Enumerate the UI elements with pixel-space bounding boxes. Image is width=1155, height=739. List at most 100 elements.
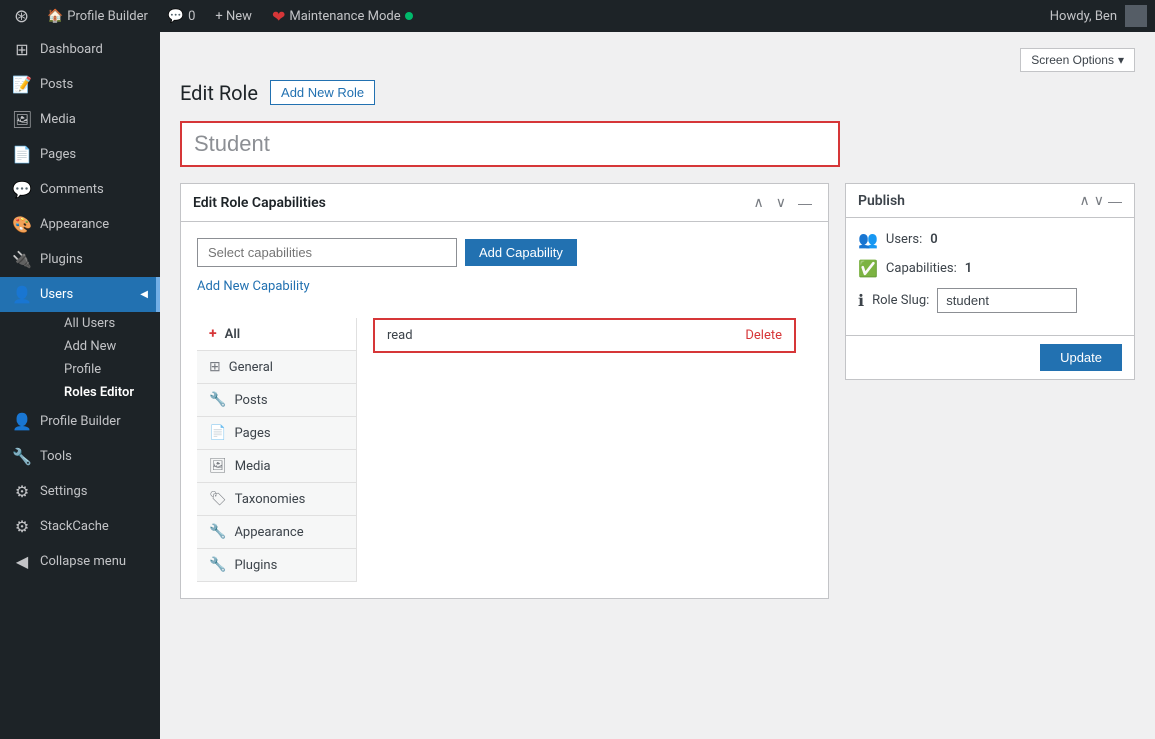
- capabilities-pub-icon: ✅: [858, 259, 878, 278]
- publish-box: Publish ∧ ∨ — 👥 Users: 0: [845, 183, 1135, 380]
- collapse-down-button[interactable]: ∨: [772, 192, 790, 213]
- screen-options-bar: Screen Options ▾: [180, 48, 1135, 72]
- minimize-button[interactable]: —: [794, 192, 816, 213]
- media-icon: 🖼: [12, 110, 32, 129]
- capabilities-box: Edit Role Capabilities ∧ ∨ — Add Capabil…: [180, 183, 829, 599]
- sidebar-item-settings[interactable]: ⚙ Settings: [0, 474, 160, 509]
- all-plus-icon: +: [209, 326, 217, 342]
- stackcache-icon: ⚙: [12, 517, 32, 536]
- publish-title: Publish: [858, 193, 905, 209]
- publish-footer: Update: [846, 335, 1134, 379]
- collapse-icon: ◀: [12, 552, 32, 571]
- publish-collapse-up-button[interactable]: ∧: [1080, 192, 1090, 209]
- avatar[interactable]: [1125, 5, 1147, 27]
- category-pages[interactable]: 📄 Pages: [197, 417, 356, 450]
- publish-header: Publish ∧ ∨ —: [846, 184, 1134, 218]
- users-arrow-icon: ◀: [140, 289, 148, 300]
- capability-row-read: read Delete: [373, 318, 796, 353]
- taxonomies-icon: 🏷: [209, 491, 227, 507]
- category-posts[interactable]: 🔧 Posts: [197, 384, 356, 417]
- role-name-input[interactable]: [180, 121, 840, 167]
- publish-users-row: 👥 Users: 0: [858, 230, 1122, 249]
- users-pub-icon: 👥: [858, 230, 878, 249]
- home-icon: 🏠: [47, 9, 63, 24]
- pages-cat-icon: 📄: [209, 425, 226, 441]
- content-area: Edit Role Capabilities ∧ ∨ — Add Capabil…: [180, 183, 1135, 615]
- update-button[interactable]: Update: [1040, 344, 1122, 371]
- dashboard-icon: ⊞: [12, 40, 32, 59]
- category-general[interactable]: ⊞ General: [197, 351, 356, 384]
- appearance-icon: 🎨: [12, 215, 32, 234]
- sidebar-item-profile-builder[interactable]: 👤 Profile Builder: [0, 404, 160, 439]
- capability-delete-button[interactable]: Delete: [745, 328, 782, 343]
- users-icon: 👤: [12, 285, 32, 304]
- publish-role-slug-row: ℹ Role Slug:: [858, 288, 1122, 313]
- capability-name: read: [387, 328, 413, 343]
- sidebar-item-appearance[interactable]: 🎨 Appearance: [0, 207, 160, 242]
- sidebar-item-all-users[interactable]: All Users: [32, 312, 160, 335]
- sidebar-item-media[interactable]: 🖼 Media: [0, 102, 160, 137]
- capabilities-box-body: Add Capability Add New Capability + All: [181, 222, 828, 598]
- collapse-up-button[interactable]: ∧: [750, 192, 768, 213]
- category-all[interactable]: + All: [197, 318, 356, 351]
- appearance-cat-icon: 🔧: [209, 524, 226, 540]
- profile-builder-icon: 👤: [12, 412, 32, 431]
- sidebar-item-pages[interactable]: 📄 Pages: [0, 137, 160, 172]
- category-plugins[interactable]: 🔧 Plugins: [197, 549, 356, 582]
- sidebar-item-collapse[interactable]: ◀ Collapse menu: [0, 544, 160, 579]
- publish-capabilities-row: ✅ Capabilities: 1: [858, 259, 1122, 278]
- posts-cat-icon: 🔧: [209, 392, 226, 408]
- sidebar-item-add-new[interactable]: Add New: [32, 335, 160, 358]
- capabilities-select-row: Add Capability: [197, 238, 812, 267]
- wp-logo-icon[interactable]: ⊛: [8, 6, 35, 27]
- new-link[interactable]: + New: [207, 0, 260, 32]
- sidebar-item-tools[interactable]: 🔧 Tools: [0, 439, 160, 474]
- sidebar-item-profile[interactable]: Profile: [32, 358, 160, 381]
- add-capability-button[interactable]: Add Capability: [465, 239, 577, 266]
- tools-icon: 🔧: [12, 447, 32, 466]
- content-right: Publish ∧ ∨ — 👥 Users: 0: [845, 183, 1135, 615]
- plugins-icon: 🔌: [12, 250, 32, 269]
- howdy-text: Howdy, Ben: [1050, 9, 1117, 24]
- main-content: Screen Options ▾ Edit Role Add New Role …: [160, 32, 1155, 739]
- users-value: 0: [930, 232, 937, 247]
- publish-minimize-button[interactable]: —: [1108, 192, 1122, 209]
- pages-icon: 📄: [12, 145, 32, 164]
- sidebar-item-plugins[interactable]: 🔌 Plugins: [0, 242, 160, 277]
- comments-icon: 💬: [168, 9, 184, 24]
- category-taxonomies[interactable]: 🏷 Taxonomies: [197, 483, 356, 516]
- content-left: Edit Role Capabilities ∧ ∨ — Add Capabil…: [180, 183, 829, 615]
- category-appearance[interactable]: 🔧 Appearance: [197, 516, 356, 549]
- posts-icon: 📝: [12, 75, 32, 94]
- categories-content: + All ⊞ General 🔧 Posts: [197, 318, 812, 582]
- maintenance-mode-link[interactable]: ❤ Maintenance Mode: [264, 0, 421, 32]
- role-slug-input[interactable]: [937, 288, 1077, 313]
- sidebar-item-dashboard[interactable]: ⊞ Dashboard: [0, 32, 160, 67]
- media-cat-icon: 🖼: [209, 458, 227, 474]
- add-new-capability-link[interactable]: Add New Capability: [197, 279, 310, 294]
- add-new-role-button[interactable]: Add New Role: [270, 80, 375, 105]
- screen-options-button[interactable]: Screen Options ▾: [1020, 48, 1135, 72]
- plugins-cat-icon: 🔧: [209, 557, 226, 573]
- category-media[interactable]: 🖼 Media: [197, 450, 356, 483]
- maintenance-status-badge: [405, 12, 413, 20]
- sidebar-item-comments[interactable]: 💬 Comments: [0, 172, 160, 207]
- comments-link[interactable]: 💬 0: [160, 0, 204, 32]
- publish-body: 👥 Users: 0 ✅ Capabilities: 1 ℹ Role Slug…: [846, 218, 1134, 335]
- capabilities-select[interactable]: [197, 238, 457, 267]
- users-submenu: All Users Add New Profile Roles Editor: [0, 312, 160, 404]
- layout: ⊞ Dashboard 📝 Posts 🖼 Media 📄 Pages 💬 Co…: [0, 32, 1155, 739]
- publish-collapse-down-button[interactable]: ∨: [1094, 192, 1104, 209]
- publish-controls: ∧ ∨ —: [1080, 192, 1123, 209]
- site-name-link[interactable]: 🏠 Profile Builder: [39, 0, 156, 32]
- capabilities-box-title: Edit Role Capabilities: [193, 195, 326, 211]
- comments-nav-icon: 💬: [12, 180, 32, 199]
- sidebar-item-roles-editor[interactable]: Roles Editor: [32, 381, 160, 404]
- top-bar: ⊛ 🏠 Profile Builder 💬 0 + New ❤ Maintena…: [0, 0, 1155, 32]
- capabilities-box-controls: ∧ ∨ —: [750, 192, 817, 213]
- sidebar-item-stackcache[interactable]: ⚙ StackCache: [0, 509, 160, 544]
- page-title: Edit Role: [180, 81, 258, 105]
- sidebar-item-users[interactable]: 👤 Users ◀: [0, 277, 160, 312]
- sidebar-item-posts[interactable]: 📝 Posts: [0, 67, 160, 102]
- capabilities-value: 1: [965, 261, 972, 276]
